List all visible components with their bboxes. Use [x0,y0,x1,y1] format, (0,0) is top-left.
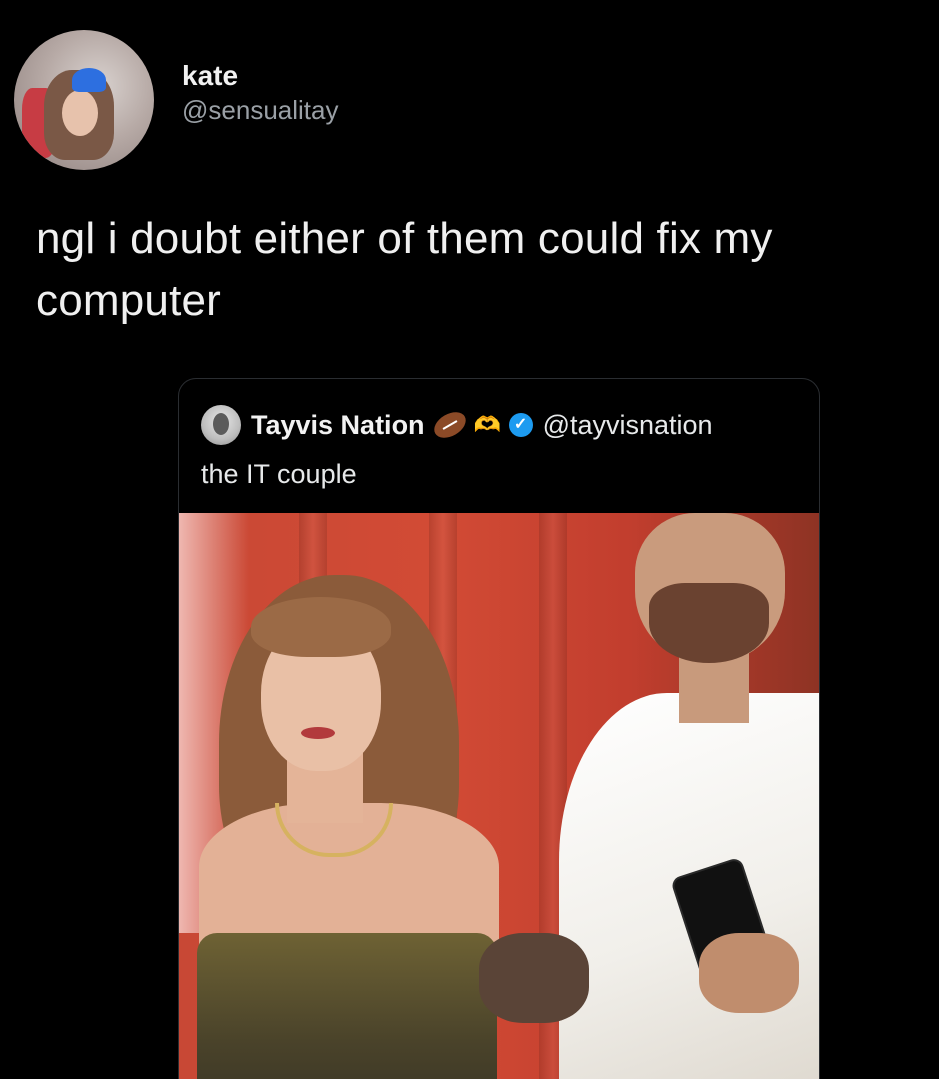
verified-badge-icon: ✓ [508,413,533,437]
author-handle[interactable]: @sensualitay [182,93,338,127]
heart-hands-emoji-icon: 🫶 [473,412,502,437]
american-football-emoji-icon [429,406,470,444]
quoted-post-card[interactable]: Tayvis Nation 🫶 ✓ @tayvisnation the IT c… [178,378,820,1079]
post-text: ngl i doubt either of them could fix my … [36,214,773,325]
quoted-post-header: Tayvis Nation 🫶 ✓ @tayvisnation [201,405,713,445]
author-display-name[interactable]: kate [182,59,338,93]
quoted-post-text: the IT couple [201,459,357,489]
quoted-post-photo[interactable] [179,513,819,1079]
quoted-author-display-name[interactable]: Tayvis Nation [251,410,425,441]
post-author[interactable]: kate @sensualitay [14,30,338,170]
author-avatar[interactable] [14,30,154,170]
dress [197,933,497,1079]
quoted-author-avatar[interactable] [201,405,241,445]
post-screenshot: kate @sensualitay ngl i doubt either of … [0,0,939,1079]
quoted-author-handle[interactable]: @tayvisnation [543,410,713,441]
author-names: kate @sensualitay [182,59,338,127]
